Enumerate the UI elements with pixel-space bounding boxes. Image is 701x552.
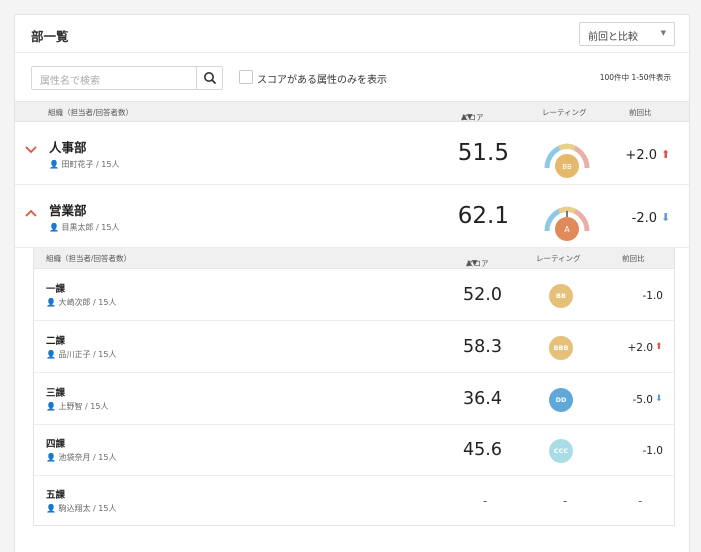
section-person: 👤 大崎次郎 / 15人: [46, 297, 116, 308]
person-text: 品川正子 / 15人: [58, 350, 117, 359]
section-diff: -: [638, 494, 643, 508]
user-icon: 👤: [46, 350, 59, 359]
sub-col-diff: 前回比: [622, 254, 645, 263]
rating-badge: CCC: [549, 439, 573, 463]
rating-badge: BBB: [549, 336, 573, 360]
section-score: 36.4: [463, 389, 502, 409]
section-score: 58.3: [463, 337, 502, 357]
department-list-card: 部一覧 前回と比較 ▼ 属性名で検索 スコアがある属性のみを表示 100件中 1…: [14, 14, 690, 552]
department-row[interactable]: 営業部 👤 目黒太郎 / 15人 62.1 A -2.0 ⬇: [15, 185, 689, 248]
department-name: 営業部: [49, 203, 87, 218]
arrow-up-icon: ⬆: [655, 342, 663, 352]
compare-select[interactable]: 前回と比較 ▼: [579, 22, 675, 46]
col-org: 組織（担当者/回答者数）: [48, 108, 134, 117]
user-icon: 👤: [49, 160, 62, 169]
section-score: 45.6: [463, 440, 502, 460]
department-name: 人事部: [49, 140, 87, 155]
user-icon: 👤: [49, 223, 62, 232]
rating-gauge-icon: A: [544, 206, 590, 241]
section-diff: -1.0: [642, 445, 664, 457]
department-score: 62.1: [457, 203, 509, 229]
department-diff: -2.0: [631, 211, 657, 226]
rating-badge: BB: [549, 284, 573, 308]
user-icon: 👤: [46, 402, 59, 411]
rating-text: A: [564, 225, 570, 234]
sub-col-org: 組織（担当者/回答者数）: [46, 254, 132, 263]
page-title: 部一覧: [31, 29, 69, 44]
person-text: 田町花子 / 15人: [61, 160, 120, 169]
section-diff: +2.0: [627, 342, 654, 354]
section-table: 組織（担当者/回答者数） スコア ▲▼ レーティング 前回比 一課 👤 大崎次郎…: [33, 248, 675, 526]
search-input[interactable]: 属性名で検索: [40, 72, 100, 87]
user-icon: 👤: [46, 504, 59, 513]
section-name: 三課: [46, 388, 66, 399]
section-person: 👤 品川正子 / 15人: [46, 349, 116, 360]
department-row[interactable]: 人事部 👤 田町花子 / 15人 51.5 BB +2.0 ⬆: [15, 122, 689, 185]
person-text: 池袋奈月 / 15人: [58, 453, 117, 462]
compare-select-value: 前回と比較: [588, 32, 638, 43]
section-person: 👤 上野智 / 15人: [46, 401, 108, 412]
result-count: 100件中 1-50件表示: [599, 73, 671, 82]
section-person: 👤 池袋奈月 / 15人: [46, 452, 116, 463]
person-text: 目黒太郎 / 15人: [61, 223, 120, 232]
caret-down-icon: ▼: [660, 29, 666, 37]
section-name: 一課: [46, 284, 66, 295]
search-button[interactable]: [196, 67, 222, 89]
section-row[interactable]: 二課 👤 品川正子 / 15人 58.3 BBB +2.0 ⬆: [34, 322, 674, 373]
search-box: 属性名で検索: [31, 66, 223, 90]
section-row[interactable]: 三課 👤 上野智 / 15人 36.4 DD -5.0 ⬇: [34, 374, 674, 425]
section-diff: -5.0: [632, 394, 654, 406]
score-only-label[interactable]: スコアがある属性のみを表示: [257, 71, 387, 86]
person-text: 上野智 / 15人: [58, 402, 109, 411]
section-name: 四課: [46, 439, 66, 450]
sort-icon: ▲▼: [461, 112, 473, 121]
user-icon: 👤: [46, 453, 59, 462]
rating-gauge-icon: BB: [544, 143, 590, 178]
arrow-up-icon: ⬆: [661, 148, 671, 161]
section-diff: -1.0: [642, 290, 664, 302]
section-person: 👤 駒込翔太 / 15人: [46, 503, 116, 514]
section-row[interactable]: 一課 👤 大崎次郎 / 15人 52.0 BB -1.0: [34, 270, 674, 321]
arrow-down-icon: ⬇: [661, 211, 671, 224]
chevron-up-icon[interactable]: [25, 207, 37, 221]
department-diff: +2.0: [625, 148, 657, 163]
arrow-down-icon: ⬇: [655, 394, 663, 404]
section-score: 52.0: [463, 285, 502, 305]
person-text: 大崎次郎 / 15人: [58, 298, 117, 307]
chevron-down-icon[interactable]: [25, 144, 37, 158]
search-icon: [204, 72, 216, 84]
col-rating: レーティング: [542, 108, 587, 117]
score-only-checkbox[interactable]: [239, 70, 253, 84]
rating-empty: -: [563, 494, 568, 508]
col-diff: 前回比: [629, 108, 652, 117]
sort-icon: ▲▼: [466, 258, 478, 267]
section-row[interactable]: 四課 👤 池袋奈月 / 15人 45.6 CCC -1.0: [34, 425, 674, 476]
department-person: 👤 目黒太郎 / 15人: [49, 222, 119, 233]
department-score: 51.5: [457, 140, 509, 166]
section-name: 二課: [46, 336, 66, 347]
section-row[interactable]: 五課 👤 駒込翔太 / 15人 - - -: [34, 476, 674, 527]
sub-col-rating: レーティング: [536, 254, 581, 263]
person-text: 駒込翔太 / 15人: [58, 504, 117, 513]
user-icon: 👤: [46, 298, 59, 307]
section-score: -: [483, 494, 488, 508]
department-person: 👤 田町花子 / 15人: [49, 159, 119, 170]
table-header: 組織（担当者/回答者数） スコア ▲▼ レーティング 前回比: [15, 101, 689, 122]
rating-badge: DD: [549, 388, 573, 412]
card-header: 部一覧 前回と比較 ▼: [15, 15, 689, 53]
rating-text: BB: [562, 163, 572, 171]
section-table-header: 組織（担当者/回答者数） スコア ▲▼ レーティング 前回比: [34, 248, 674, 269]
section-name: 五課: [46, 490, 66, 501]
